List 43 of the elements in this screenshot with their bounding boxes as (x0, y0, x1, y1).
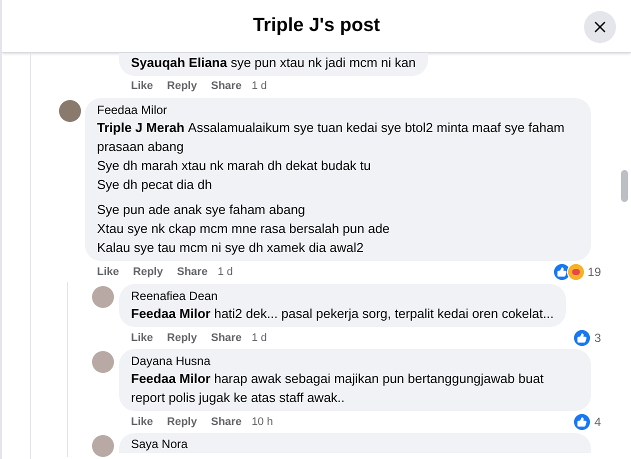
comment-text: Xtau sye nk ckap mcm mne rasa bersalah pun ade (97, 220, 391, 238)
emoji-reaction-icon (566, 263, 585, 281)
comment-author[interactable]: Reenafiea Dean (131, 288, 554, 304)
like-reaction-icon (573, 329, 592, 347)
comment-action-link[interactable]: Reply (133, 264, 163, 280)
comment-action-link[interactable]: Reply (167, 78, 197, 94)
comment-text: Kalau sye tau mcm ni sye dh xamek dia awal2 (97, 239, 365, 257)
like-reaction-icon (552, 263, 571, 281)
comment-time: 1 d (252, 330, 267, 346)
comment-text: Feedaa Milor hati2 dek... pasal pekerja sorg, terpalit kedai oren cokelat... (131, 305, 554, 323)
comment-action-link[interactable]: Like (131, 78, 154, 94)
avatar[interactable] (59, 100, 81, 122)
dialog-title: Triple J's post (253, 14, 380, 38)
reaction-count[interactable]: 4 (594, 413, 601, 431)
comment-time: 1 d (218, 264, 233, 280)
comment-author[interactable]: Saya Nora (131, 437, 579, 451)
comment-text: Syauqah Eliana sye pun xtau nk jadi mcm ni kan (131, 54, 416, 72)
avatar[interactable] (92, 351, 114, 373)
comment-text: Sye pun ade anak sye faham abang (97, 201, 306, 219)
comment-author[interactable]: Feedaa Milor (97, 102, 579, 118)
comment-author[interactable]: Dayana Husna (131, 353, 579, 369)
avatar[interactable] (92, 286, 114, 308)
close-button[interactable] (584, 11, 616, 43)
comment-action-link[interactable]: Like (97, 264, 120, 280)
scrollbar-thumb[interactable] (621, 170, 628, 202)
comment-time: 1 d (252, 78, 267, 94)
comment-text: Triple J Merah Assalamualaikum sye tuan kedai sye btol2 minta maaf sye faham prasaan abang (97, 119, 566, 156)
comment-text: Sye dh pecat dia dh (97, 176, 213, 194)
comment-action-link[interactable]: Reply (167, 330, 197, 346)
comment-action-link[interactable]: Share (210, 78, 242, 94)
reaction-count[interactable]: 3 (594, 329, 601, 347)
comment-action-link[interactable]: Share (210, 330, 242, 346)
comment-text: Sye dh marah xtau nk marah dh dekat budak tu (97, 157, 372, 175)
comment-action-link[interactable]: Share (176, 264, 208, 280)
like-reaction-icon (573, 413, 592, 431)
comment-text: Feedaa Milor harap awak sebagai majikan pun bertanggungjawab buat report polis jugak ke atas staff awak.. (131, 370, 545, 407)
comment-action-link[interactable]: Like (131, 330, 154, 346)
reaction-count[interactable]: 19 (588, 263, 601, 281)
comment-action-link[interactable]: Reply (167, 414, 197, 430)
comment-action-link[interactable]: Like (131, 414, 154, 430)
comment-time: 10 h (252, 414, 273, 430)
comment-action-link[interactable]: Share (210, 414, 242, 430)
avatar[interactable] (92, 435, 114, 457)
